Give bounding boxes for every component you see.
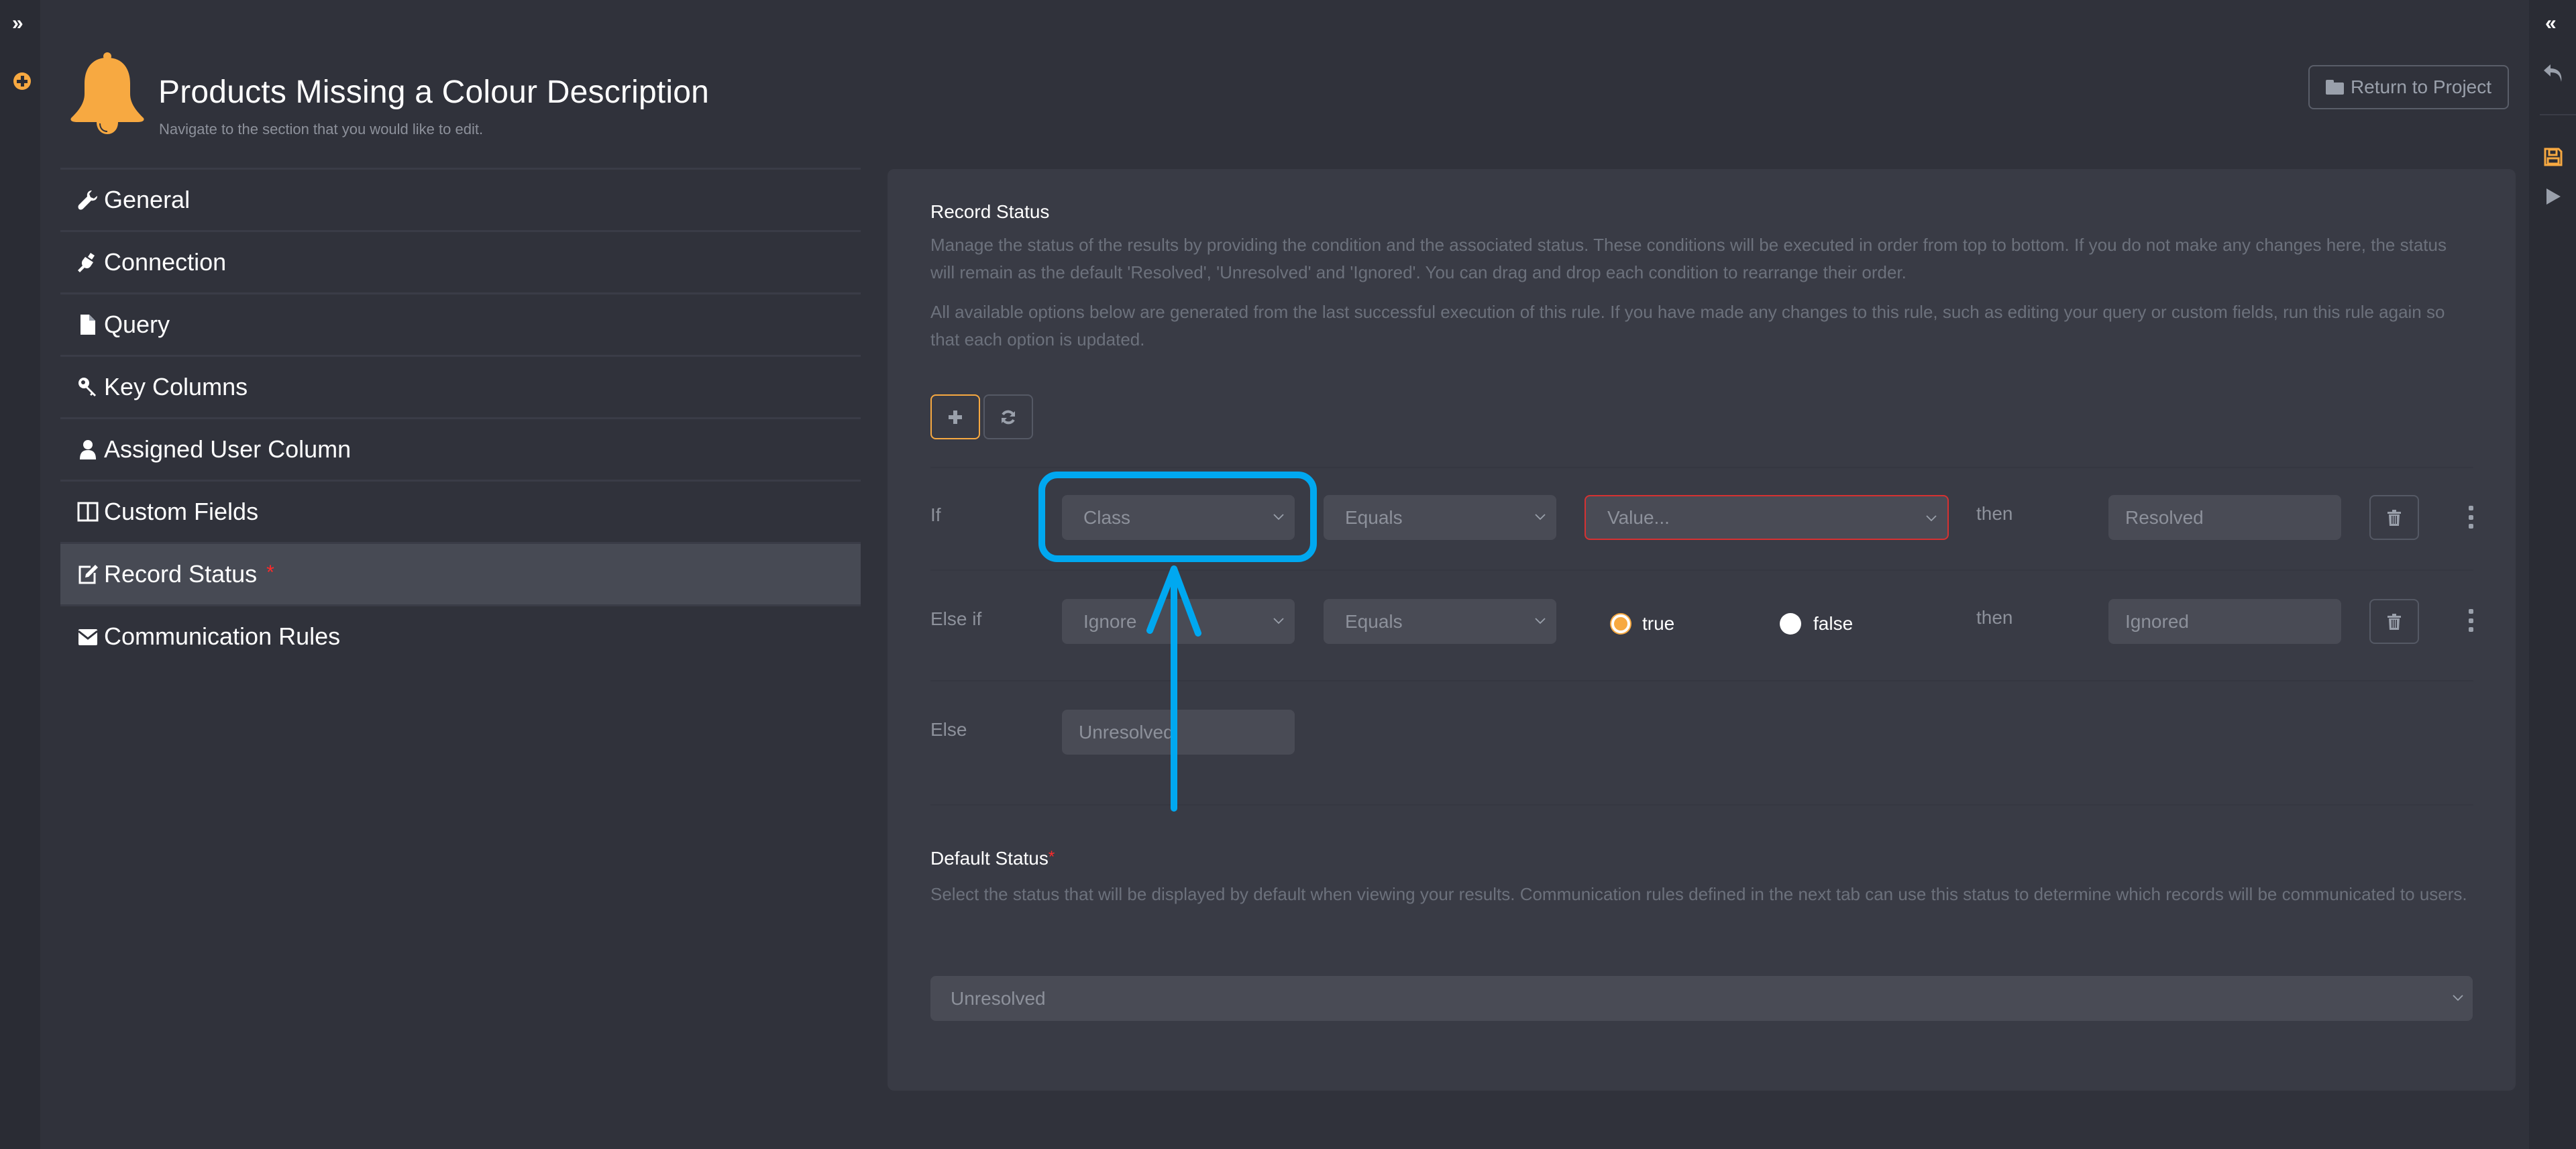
nav-item-assigned-user-column[interactable]: Assigned User Column [60, 417, 861, 480]
options-description: All available options below are generate… [930, 302, 2445, 349]
nav-label: General [104, 186, 191, 213]
nav-item-general[interactable]: General [60, 168, 861, 230]
nav-label: Record Status [104, 560, 258, 588]
chevron-down-icon [1535, 618, 1546, 624]
edit-icon [77, 562, 99, 586]
condition-label-else-if: Else if [930, 608, 982, 629]
radio-false[interactable]: false [1780, 613, 1853, 635]
nav-item-record-status[interactable]: Record Status * [60, 542, 861, 604]
return-to-project-label: Return to Project [2350, 76, 2492, 97]
row-divider [930, 569, 2473, 571]
bell-icon [70, 52, 144, 134]
nav-label: Custom Fields [104, 498, 259, 525]
left-rail: » [0, 0, 40, 1149]
status-input[interactable]: Ignored [2108, 599, 2341, 644]
default-status-select[interactable]: Unresolved [930, 976, 2473, 1021]
delete-condition-button[interactable] [2369, 495, 2419, 540]
default-status-label: Default Status* [930, 848, 1055, 869]
operator-select-value: Equals [1345, 610, 1403, 632]
operator-select-value: Equals [1345, 506, 1403, 528]
nav-item-communication-rules[interactable]: Communication Rules [60, 604, 861, 667]
section-nav: General Connection Query Key Columns Ass… [60, 168, 861, 667]
plus-circle-icon[interactable] [13, 72, 31, 90]
field-select-value: Class [1083, 506, 1131, 528]
chevron-down-icon [1273, 514, 1284, 521]
page-subtitle: Navigate to the section that you would l… [159, 121, 484, 138]
then-label: then [1976, 503, 2013, 524]
else-status-input[interactable]: Unresolved [1062, 710, 1295, 755]
refresh-icon [1002, 410, 1015, 424]
chevron-down-icon [1273, 618, 1284, 624]
value-select-placeholder: Value... [1607, 506, 1670, 528]
refresh-options-button[interactable] [983, 394, 1033, 439]
chevron-down-icon [1926, 515, 1937, 522]
radio-checked-icon[interactable] [1611, 614, 1630, 633]
operator-select[interactable]: Equals [1324, 495, 1556, 540]
trash-icon [2387, 509, 2401, 526]
row-divider [930, 804, 2473, 806]
plus-icon [949, 410, 962, 424]
radio-true[interactable]: true [1611, 613, 1674, 635]
undo-icon[interactable] [2542, 62, 2564, 85]
double-chevron-left-icon[interactable]: « [2545, 13, 2565, 34]
play-icon[interactable] [2544, 188, 2562, 205]
add-condition-button[interactable] [930, 394, 980, 439]
key-icon [77, 375, 99, 399]
plug-icon [77, 250, 99, 274]
file-icon [77, 313, 99, 337]
radio-unchecked-icon[interactable] [1780, 613, 1801, 635]
columns-icon [77, 500, 99, 524]
then-label: then [1976, 607, 2013, 628]
chevron-down-icon [2453, 995, 2463, 1001]
nav-label: Assigned User Column [104, 435, 352, 463]
envelope-icon [77, 624, 99, 649]
drag-handle-icon[interactable] [2466, 609, 2475, 632]
default-status-label-text: Default Status [930, 848, 1049, 869]
field-select-value: Ignore [1083, 610, 1137, 632]
row-divider [930, 680, 2473, 681]
wrench-icon [77, 188, 99, 212]
nav-item-custom-fields[interactable]: Custom Fields [60, 480, 861, 542]
nav-label: Query [104, 311, 170, 338]
condition-label-if: If [930, 504, 941, 525]
nav-item-key-columns[interactable]: Key Columns [60, 355, 861, 417]
required-asterisk: * [1048, 848, 1055, 866]
chevron-down-icon [1535, 514, 1546, 521]
user-icon [77, 437, 99, 461]
nav-label: Communication Rules [104, 622, 341, 650]
delete-condition-button[interactable] [2369, 599, 2419, 644]
trash-icon [2387, 613, 2401, 630]
folder-icon [2325, 80, 2344, 95]
required-asterisk: * [266, 561, 274, 584]
drag-handle-icon[interactable] [2466, 506, 2475, 529]
operator-select[interactable]: Equals [1324, 599, 1556, 644]
nav-label: Key Columns [104, 373, 248, 400]
radio-false-label: false [1813, 613, 1854, 634]
double-chevron-right-icon[interactable]: » [12, 13, 30, 34]
field-select[interactable]: Class [1062, 495, 1295, 540]
section-title: Record Status [930, 201, 1050, 222]
default-status-value: Unresolved [951, 987, 1046, 1009]
value-select[interactable]: Value... [1585, 495, 1949, 540]
save-icon[interactable] [2544, 148, 2563, 166]
page-title: Products Missing a Colour Description [158, 74, 710, 110]
nav-item-query[interactable]: Query [60, 292, 861, 355]
status-input[interactable]: Resolved [2108, 495, 2341, 540]
radio-true-label: true [1642, 613, 1675, 634]
field-select[interactable]: Ignore [1062, 599, 1295, 644]
right-rail: « [2529, 0, 2576, 1149]
nav-label: Connection [104, 248, 227, 276]
record-status-description: Manage the status of the results by prov… [930, 235, 2447, 282]
return-to-project-button[interactable]: Return to Project [2308, 65, 2509, 109]
rail-divider [2540, 114, 2576, 115]
condition-label-else: Else [930, 719, 967, 740]
nav-item-connection[interactable]: Connection [60, 230, 861, 292]
default-status-description: Select the status that will be displayed… [930, 884, 2467, 904]
